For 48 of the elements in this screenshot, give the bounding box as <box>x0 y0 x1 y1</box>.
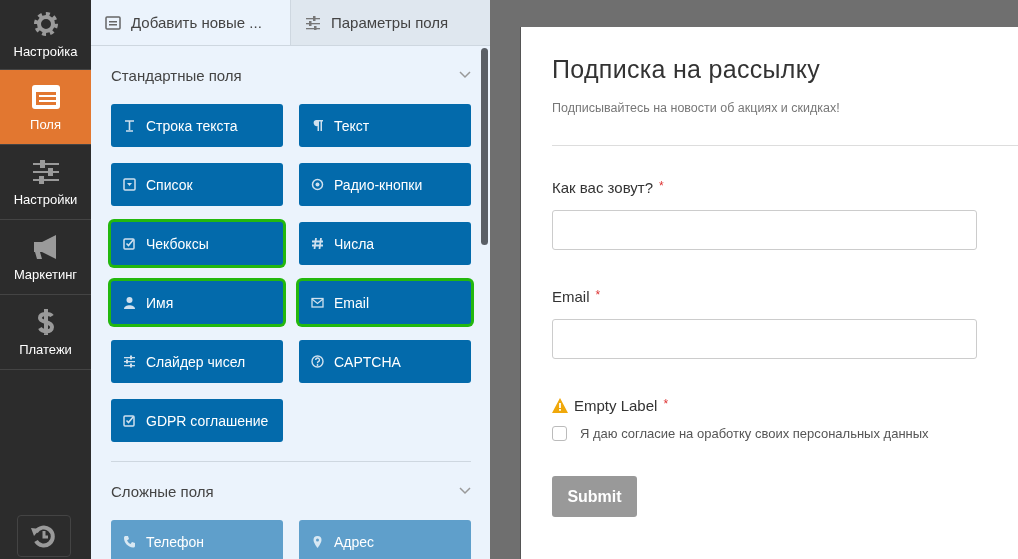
required-mark: * <box>659 179 664 193</box>
field-button[interactable]: Строка текста <box>111 104 283 147</box>
required-mark: * <box>663 397 669 411</box>
field-button[interactable]: Чекбоксы <box>111 222 283 265</box>
form-icon <box>105 15 121 30</box>
scrollbar[interactable] <box>481 48 488 245</box>
chevron-icon[interactable] <box>459 487 471 495</box>
question-icon <box>311 355 324 368</box>
field-button[interactable]: Email <box>299 281 471 324</box>
phone-icon <box>123 535 136 548</box>
sidebar-item[interactable]: Поля <box>0 70 91 145</box>
field-button[interactable]: CAPTCHA <box>299 340 471 383</box>
field-button[interactable]: Текст <box>299 104 471 147</box>
field-button[interactable]: Имя <box>111 281 283 324</box>
input-field[interactable] <box>552 210 977 250</box>
section-title[interactable]: Стандартные поля <box>111 66 242 84</box>
sliders-icon <box>123 355 136 368</box>
map-pin-icon <box>311 535 324 548</box>
sliders-icon <box>30 157 61 186</box>
checkbox-icon <box>123 414 136 427</box>
history-button[interactable] <box>17 515 71 557</box>
field-label: Как вас зовут? <box>552 179 654 196</box>
envelope-icon <box>311 296 324 309</box>
input-field[interactable] <box>552 319 977 359</box>
checkbox[interactable] <box>552 426 567 441</box>
text-cursor-icon <box>123 119 136 132</box>
required-mark: * <box>595 288 601 302</box>
list-icon <box>30 82 61 111</box>
field-button[interactable]: GDPR соглашение <box>111 399 283 442</box>
field-label: Email <box>552 288 590 305</box>
checkbox-icon <box>123 237 136 250</box>
field-button[interactable]: Слайдер чисел <box>111 340 283 383</box>
field-button[interactable]: Список <box>111 163 283 206</box>
sliders-icon <box>305 15 321 30</box>
field-button[interactable]: Числа <box>299 222 471 265</box>
field-label: Empty Label <box>574 397 658 414</box>
section-title[interactable]: Сложные поля <box>111 482 214 500</box>
person-icon <box>123 296 136 309</box>
radio-icon <box>311 178 324 191</box>
form-title: Подписка на рассылку <box>552 55 821 84</box>
hash-icon <box>311 237 324 250</box>
checkbox-label: Я даю согласие на оработку своих персональных данных <box>580 426 929 441</box>
paragraph-icon <box>311 119 324 132</box>
tab[interactable]: Параметры поля <box>291 0 490 45</box>
form-description: Подписывайтесь на новости об акциях и скидках! <box>552 101 841 115</box>
dropdown-icon <box>123 178 136 191</box>
field-button[interactable]: Радио-кнопки <box>299 163 471 206</box>
chevron-icon[interactable] <box>459 71 471 79</box>
